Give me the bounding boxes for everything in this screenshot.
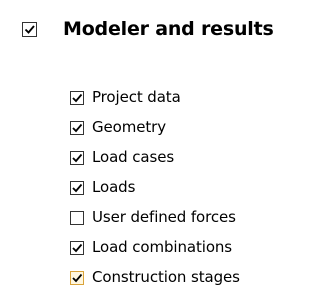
checkmark-icon xyxy=(72,123,83,133)
checkbox[interactable] xyxy=(70,271,84,285)
checkmark-icon xyxy=(72,153,83,163)
checkbox[interactable] xyxy=(70,241,84,255)
checkbox[interactable] xyxy=(70,151,84,165)
option-geometry[interactable]: Geometry xyxy=(60,115,323,141)
checkmark-icon xyxy=(72,93,83,103)
checkmark-icon xyxy=(72,183,83,193)
option-label: Geometry xyxy=(92,118,166,136)
checkbox[interactable] xyxy=(70,121,84,135)
option-load-cases[interactable]: Load cases xyxy=(60,145,323,171)
option-label: Loads xyxy=(92,178,136,196)
option-project-data[interactable]: Project data xyxy=(60,85,323,111)
section-title: Modeler and results xyxy=(63,18,274,40)
option-label: Construction stages xyxy=(92,268,240,286)
option-label: Load combinations xyxy=(92,238,233,256)
option-loads[interactable]: Loads xyxy=(60,175,323,201)
option-load-combinations[interactable]: Load combinations xyxy=(60,235,323,261)
section-checkbox[interactable] xyxy=(22,22,37,37)
checkbox[interactable] xyxy=(70,91,84,105)
section-header: Modeler and results xyxy=(0,0,323,60)
option-label: Project data xyxy=(92,88,181,106)
option-construction-stages[interactable]: Construction stages xyxy=(60,265,323,291)
checkmark-icon xyxy=(24,25,35,34)
checkmark-icon xyxy=(72,243,83,253)
checkbox[interactable] xyxy=(70,181,84,195)
checkbox[interactable] xyxy=(70,211,84,225)
option-user-defined-forces[interactable]: User defined forces xyxy=(60,205,323,231)
option-label: User defined forces xyxy=(92,208,236,226)
option-label: Load cases xyxy=(92,148,175,166)
checkmark-icon xyxy=(72,273,83,283)
